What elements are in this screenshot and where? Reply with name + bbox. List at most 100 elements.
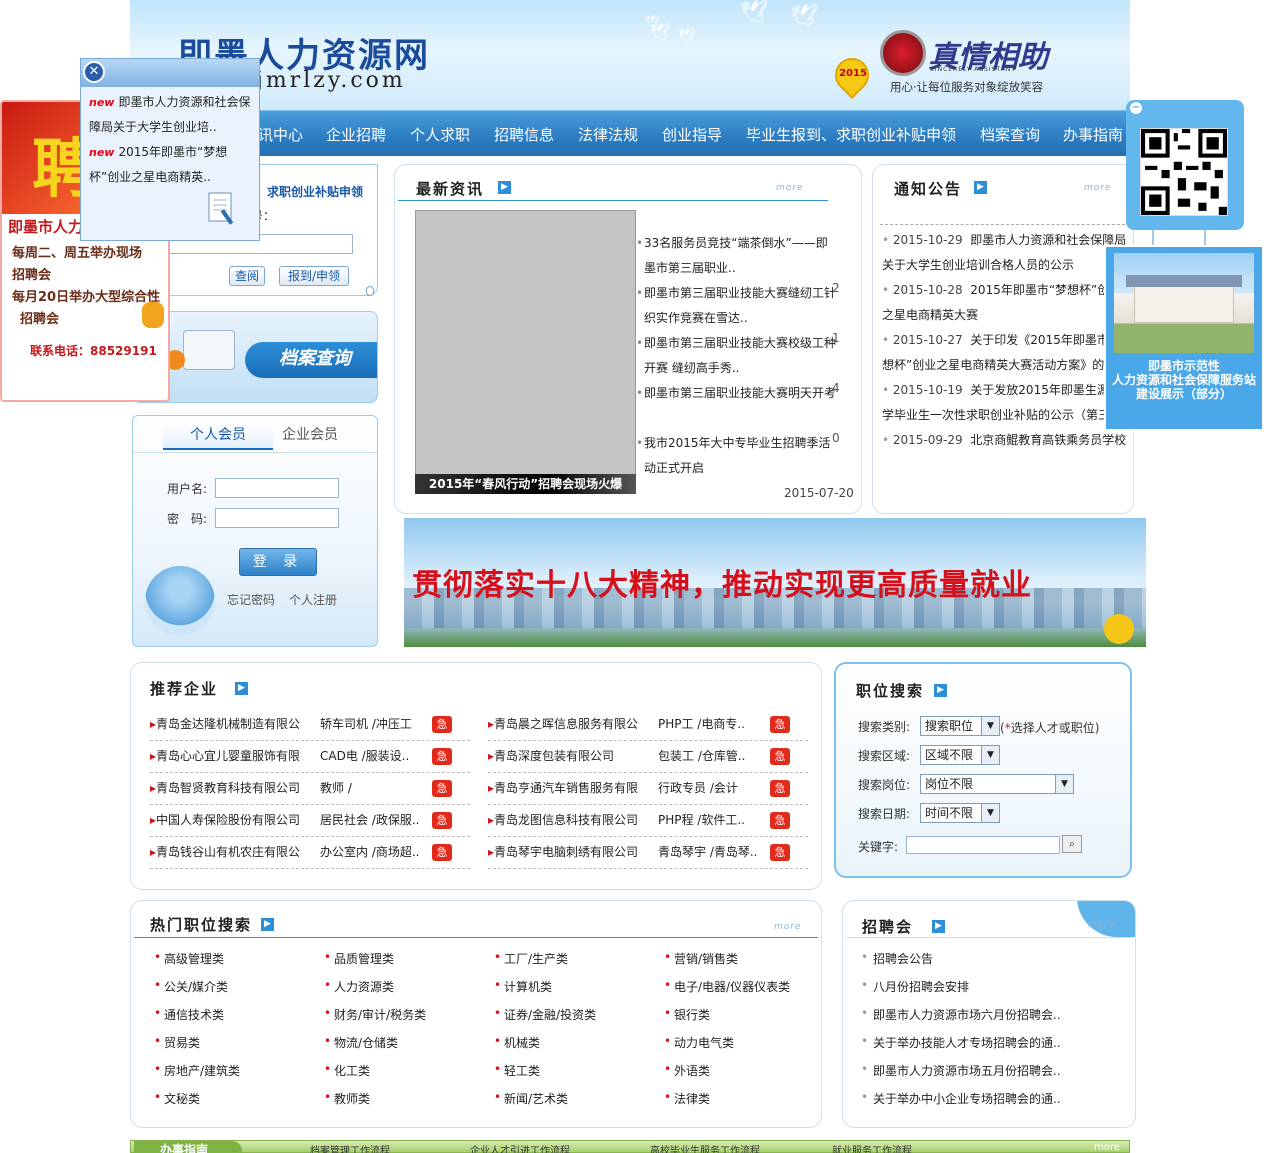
hot-job-category[interactable]: 机械类: [494, 1034, 540, 1051]
position-select[interactable]: 岗位不限 ▼: [920, 774, 1074, 794]
hot-job-category[interactable]: 品质管理类: [324, 950, 394, 967]
notice-item[interactable]: • 2015-10-27 关于印发《2015年即墨市“梦想杯”创业之星电商精英大…: [882, 328, 1130, 378]
nav-item-job-seeking[interactable]: 个人求职: [410, 124, 470, 145]
company-row[interactable]: ▸青岛心心宜儿婴童服饰有限 CAD电 /服装设.. 急: [150, 741, 470, 773]
news-title-underline: [398, 200, 828, 201]
hot-job-category[interactable]: 动力电气类: [664, 1034, 734, 1051]
hot-job-category[interactable]: 人力资源类: [324, 978, 394, 995]
news-slideshow-image[interactable]: [415, 210, 636, 494]
job-fair-more-link[interactable]: more: [1088, 920, 1116, 930]
nav-item-news-center[interactable]: 讯中心: [258, 124, 303, 145]
hot-job-category[interactable]: 电子/电器/仪器仪表类: [664, 978, 790, 995]
news-item[interactable]: 即墨市第三届职业技能大赛明天开考: [636, 381, 839, 406]
company-row[interactable]: ▸青岛智贤教育科技有限公司 教师 / 急: [150, 773, 470, 805]
forgot-password-link[interactable]: 忘记密码: [227, 591, 275, 608]
bottom-link[interactable]: 高校毕业生服务工作流程: [650, 1142, 760, 1153]
news-more-link[interactable]: more: [776, 183, 804, 193]
company-row[interactable]: ▸青岛钱谷山有机农庄有限公 办公室内 /商场超.. 急: [150, 837, 470, 869]
subsidy-title[interactable]: 求职创业补贴申领: [267, 183, 363, 200]
nav-item-service-guide[interactable]: 办事指南: [1063, 124, 1123, 145]
arrow-right-icon[interactable]: ▶: [498, 181, 511, 194]
company-row[interactable]: ▸青岛龙图信息科技有限公司 PHP程 /软件工.. 急: [488, 805, 808, 837]
news-item[interactable]: 即墨市第三届职业技能大赛校级工种开赛 缝纫高手秀..: [636, 331, 839, 381]
service-guide-label[interactable]: 办事指南: [160, 1141, 208, 1153]
popup-item[interactable]: new 2015年即墨市“梦想杯”创业之星电商精英..: [89, 140, 257, 190]
date-select[interactable]: 时间不限 ▼: [920, 803, 1000, 823]
register-link[interactable]: 个人注册: [289, 591, 337, 608]
notice-item[interactable]: • 2015-10-19 关于发放2015年即墨生源大学毕业生一次性求职创业补贴…: [882, 378, 1130, 428]
news-item[interactable]: 33名服务员竞技“端茶倒水”——即墨市第三届职业..: [636, 231, 839, 281]
hot-job-category[interactable]: 贸易类: [154, 1034, 200, 1051]
nav-item-graduate-subsidy[interactable]: 毕业生报到、求职创业补贴申领: [746, 124, 956, 145]
bottom-more-link[interactable]: more: [1094, 1142, 1120, 1153]
hot-job-category[interactable]: 教师类: [324, 1090, 370, 1107]
hot-job-category[interactable]: 财务/审计/税务类: [324, 1006, 426, 1023]
qr-code-icon[interactable]: [1140, 128, 1228, 216]
hot-job-category[interactable]: 公关/媒介类: [154, 978, 228, 995]
company-row[interactable]: ▸青岛深度包装有限公司 包装工 /仓库管.. 急: [488, 741, 808, 773]
hot-job-category[interactable]: 外语类: [664, 1062, 710, 1079]
login-button[interactable]: 登 录: [239, 548, 317, 576]
company-row[interactable]: ▸青岛亨通汽车销售服务有限 行政专员 /会计急: [488, 773, 808, 805]
arrow-right-icon[interactable]: ▶: [974, 181, 987, 194]
bottom-link[interactable]: 就业服务工作流程: [832, 1142, 912, 1153]
password-input[interactable]: [215, 508, 339, 528]
category-select[interactable]: 搜索职位 ▼: [920, 716, 1000, 736]
hot-job-category[interactable]: 高级管理类: [154, 950, 224, 967]
notice-item[interactable]: • 2015-10-28 2015年即墨市“梦想杯”创业之星电商精英大赛: [882, 278, 1130, 328]
search-icon[interactable]: ⌕: [1062, 835, 1082, 853]
job-fair-item[interactable]: 招聘会公告: [861, 950, 1069, 967]
job-fair-item[interactable]: 即墨市人力资源市场五月份招聘会..: [861, 1062, 1069, 1079]
scroll-dot: [366, 286, 374, 296]
nav-item-recruit-info[interactable]: 招聘信息: [494, 124, 554, 145]
hot-job-category[interactable]: 物流/仓储类: [324, 1034, 398, 1051]
hot-job-category[interactable]: 化工类: [324, 1062, 370, 1079]
hot-job-category[interactable]: 营销/销售类: [664, 950, 738, 967]
hot-job-category[interactable]: 证券/金融/投资类: [494, 1006, 596, 1023]
company-row[interactable]: ▸青岛金达隆机械制造有限公 轿车司机 /冲压工急: [150, 709, 470, 741]
hot-job-category[interactable]: 工厂/生产类: [494, 950, 568, 967]
close-icon[interactable]: ✕: [83, 61, 105, 83]
arrow-right-icon[interactable]: ▶: [934, 684, 947, 697]
hot-jobs-more-link[interactable]: more: [774, 922, 802, 932]
notice-item[interactable]: • 2015-09-29 北京商鲲教育高铁乘务员学校招生简章: [882, 428, 1130, 458]
hot-job-category[interactable]: 计算机类: [494, 978, 552, 995]
arrow-right-icon[interactable]: ▶: [932, 920, 945, 933]
hot-job-category[interactable]: 轻工类: [494, 1062, 540, 1079]
notice-item[interactable]: • 2015-10-29 即墨市人力资源和社会保障局关于大学生创业培训合格人员的…: [882, 228, 1130, 278]
nav-item-archive-query[interactable]: 档案查询: [980, 124, 1040, 145]
hot-job-category[interactable]: 新闻/艺术类: [494, 1090, 568, 1107]
hot-job-category[interactable]: 房地产/建筑类: [154, 1062, 240, 1079]
job-fair-item[interactable]: 即墨市人力资源市场六月份招聘会..: [861, 1006, 1069, 1023]
job-fair-item[interactable]: 八月份招聘会安排: [861, 978, 1069, 995]
arrow-right-icon[interactable]: ▶: [235, 682, 248, 695]
hot-job-category[interactable]: 银行类: [664, 1006, 710, 1023]
company-row[interactable]: ▸青岛晨之晖信息服务有限公 PHP工 /电商专.. 急: [488, 709, 808, 741]
area-select[interactable]: 区域不限 ▼: [920, 745, 1000, 765]
nav-item-company-recruit[interactable]: 企业招聘: [326, 124, 386, 145]
notice-more-link[interactable]: more: [1084, 183, 1112, 193]
keyword-input[interactable]: [906, 836, 1060, 854]
bottom-link[interactable]: 档案管理工作流程: [310, 1142, 390, 1153]
minimize-icon[interactable]: −: [1130, 102, 1142, 114]
popup-item[interactable]: new 即墨市人力资源和社会保障局关于大学生创业培..: [89, 90, 257, 140]
nav-item-laws[interactable]: 法律法规: [578, 124, 638, 145]
bottom-link[interactable]: 企业人才引进工作流程: [470, 1142, 570, 1153]
company-row[interactable]: ▸中国人寿保险股份有限公司 居民社会 /政保服.. 急: [150, 805, 470, 837]
news-item[interactable]: 我市2015年大中专毕业生招聘季活动正式开启: [636, 431, 839, 481]
tab-company-member[interactable]: 企业会员: [255, 422, 365, 448]
company-row[interactable]: ▸青岛琴宇电脑刺绣有限公司 青岛琴宇 /青岛琴.. 急: [488, 837, 808, 869]
apply-button[interactable]: 报到/申领: [279, 266, 349, 286]
hot-job-category[interactable]: 文秘类: [154, 1090, 200, 1107]
job-fair-item[interactable]: 关于举办中小企业专场招聘会的通..: [861, 1090, 1069, 1107]
hot-job-category[interactable]: 法律类: [664, 1090, 710, 1107]
username-input[interactable]: [215, 478, 339, 498]
query-button[interactable]: 查阅: [229, 266, 265, 286]
nav-item-startup-guide[interactable]: 创业指导: [662, 124, 722, 145]
job-fair-item[interactable]: 关于举办技能人才专场招聘会的通..: [861, 1034, 1069, 1051]
hot-job-category[interactable]: 通信技术类: [154, 1006, 224, 1023]
username-label: 用户名:: [167, 482, 208, 496]
news-slideshow-caption[interactable]: 2015年“春风行动”招聘会现场火爆: [415, 474, 636, 494]
arrow-right-icon[interactable]: ▶: [261, 918, 274, 931]
news-item[interactable]: 即墨市第三届职业技能大赛缝纫工针织实作竞赛在雪达..: [636, 281, 839, 331]
